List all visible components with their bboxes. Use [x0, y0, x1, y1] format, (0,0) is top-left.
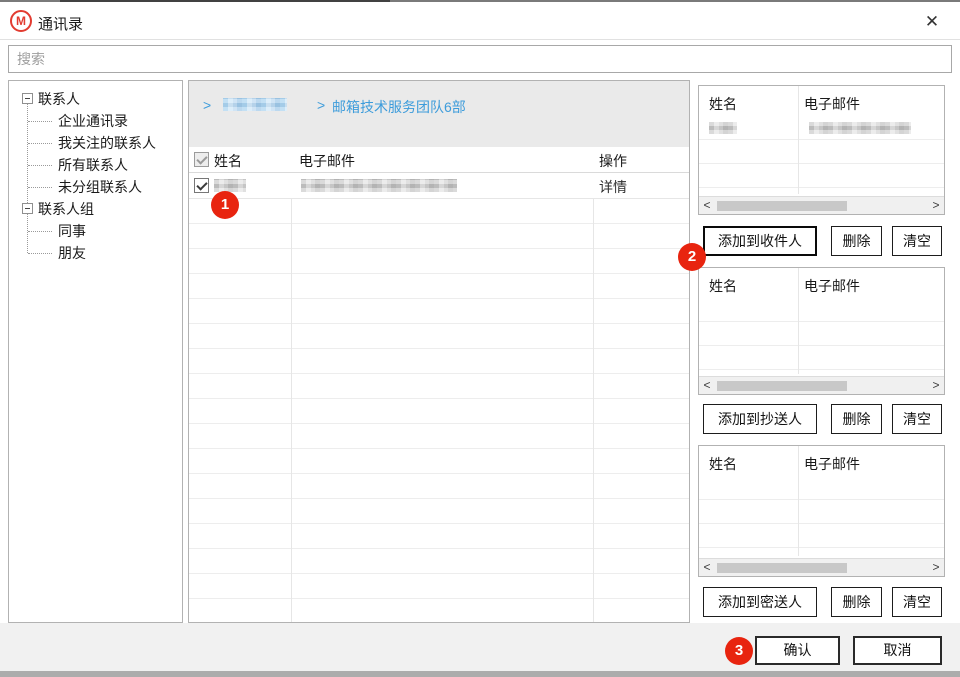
- tree-item-contact-groups[interactable]: 联系人组: [9, 198, 182, 220]
- tree-item-label: 联系人组: [38, 201, 94, 217]
- background-window-edge: [0, 671, 960, 677]
- close-icon[interactable]: ✕: [918, 8, 946, 36]
- tree-item-label: 联系人: [38, 91, 80, 107]
- cancel-button[interactable]: 取消: [853, 636, 942, 665]
- column-header-action: 操作: [599, 151, 627, 171]
- delete-cc-button[interactable]: 删除: [831, 404, 882, 434]
- collapse-icon[interactable]: [22, 203, 33, 214]
- redacted-contact-email: [809, 122, 911, 134]
- tree-item-label: 朋友: [58, 245, 86, 261]
- tree-item-all-contacts[interactable]: 所有联系人: [9, 154, 182, 176]
- tree-item-colleagues[interactable]: 同事: [9, 220, 182, 242]
- tree-item-followed-contacts[interactable]: 我关注的联系人: [9, 132, 182, 154]
- details-link[interactable]: 详情: [599, 177, 627, 197]
- contacts-tree: 联系人 企业通讯录 我关注的联系人 所有联系人 未分组联系人 联系人组 同事: [9, 81, 182, 264]
- collapse-icon[interactable]: [22, 93, 33, 104]
- clear-cc-button[interactable]: 清空: [892, 404, 942, 434]
- tree-item-contacts[interactable]: 联系人: [9, 88, 182, 110]
- redacted-contact-name: [214, 179, 246, 192]
- scroll-left-icon[interactable]: <: [700, 197, 714, 214]
- breadcrumb-separator: >: [203, 97, 211, 113]
- column-header-email: 电子邮件: [804, 94, 860, 114]
- scroll-right-icon[interactable]: >: [929, 197, 943, 214]
- row-checkbox[interactable]: [194, 178, 209, 193]
- delete-recipient-button[interactable]: 删除: [831, 226, 882, 256]
- tree-item-enterprise-addressbook[interactable]: 企业通讯录: [9, 110, 182, 132]
- select-all-checkbox[interactable]: [194, 152, 209, 167]
- address-book-dialog: M 通讯录 ✕ 联系人 企业通讯录 我关注的联系人 所有联系人 未分组联系人: [0, 0, 960, 677]
- column-divider: [798, 268, 799, 374]
- scrollbar-thumb[interactable]: [717, 563, 847, 573]
- column-divider: [798, 86, 799, 194]
- breadcrumb-current[interactable]: 邮箱技术服务团队6部: [332, 97, 466, 117]
- recipients-table: 姓名 电子邮件 < >: [698, 85, 945, 215]
- delete-bcc-button[interactable]: 删除: [831, 587, 882, 617]
- column-header-name: 姓名: [709, 276, 737, 296]
- breadcrumb-separator: >: [317, 97, 325, 113]
- tree-item-label: 企业通讯录: [58, 113, 128, 129]
- column-header-name: 姓名: [709, 94, 737, 114]
- annotation-badge-3: 3: [725, 637, 753, 665]
- add-to-recipients-button[interactable]: 添加到收件人: [703, 226, 817, 256]
- tree-item-ungrouped-contacts[interactable]: 未分组联系人: [9, 176, 182, 198]
- horizontal-scrollbar[interactable]: < >: [699, 558, 944, 576]
- contact-table-row: 详情: [189, 173, 689, 199]
- tree-item-label: 同事: [58, 223, 86, 239]
- column-header-name: 姓名: [214, 151, 242, 171]
- breadcrumb-redacted-link[interactable]: [223, 98, 287, 111]
- bcc-table: 姓名 电子邮件 < >: [698, 445, 945, 577]
- search-input[interactable]: [8, 45, 952, 73]
- contacts-tree-panel: 联系人 企业通讯录 我关注的联系人 所有联系人 未分组联系人 联系人组 同事: [8, 80, 183, 623]
- contact-table-empty-rows: [189, 199, 689, 622]
- dialog-title: 通讯录: [38, 13, 83, 34]
- tree-item-label: 我关注的联系人: [58, 135, 156, 151]
- annotation-badge-1: 1: [211, 191, 239, 219]
- column-header-email: 电子邮件: [804, 454, 860, 474]
- scrollbar-thumb[interactable]: [717, 381, 847, 391]
- scroll-right-icon[interactable]: >: [929, 377, 943, 394]
- tree-item-friends[interactable]: 朋友: [9, 242, 182, 264]
- horizontal-scrollbar[interactable]: < >: [699, 376, 944, 394]
- scroll-left-icon[interactable]: <: [700, 377, 714, 394]
- horizontal-scrollbar[interactable]: < >: [699, 196, 944, 214]
- mailmaster-logo-icon: M: [10, 10, 32, 32]
- column-header-email: 电子邮件: [299, 151, 355, 171]
- tree-item-label: 所有联系人: [58, 157, 128, 173]
- add-to-cc-button[interactable]: 添加到抄送人: [703, 404, 817, 434]
- clear-recipients-button[interactable]: 清空: [892, 226, 942, 256]
- annotation-badge-2: 2: [678, 243, 706, 271]
- breadcrumb: > > 邮箱技术服务团队6部: [189, 81, 689, 147]
- column-header-name: 姓名: [709, 454, 737, 474]
- table-empty-rows: [699, 476, 944, 558]
- cc-table: 姓名 电子邮件 < >: [698, 267, 945, 395]
- redacted-contact-name: [709, 122, 737, 134]
- clear-bcc-button[interactable]: 清空: [892, 587, 942, 617]
- scroll-left-icon[interactable]: <: [700, 559, 714, 576]
- tree-item-label: 未分组联系人: [58, 179, 142, 195]
- column-divider: [798, 446, 799, 556]
- scrollbar-thumb[interactable]: [717, 201, 847, 211]
- column-divider: [593, 147, 594, 622]
- scroll-right-icon[interactable]: >: [929, 559, 943, 576]
- contact-table-header: 姓名 电子邮件 操作: [189, 147, 689, 173]
- titlebar: M 通讯录 ✕: [0, 2, 960, 40]
- table-empty-rows: [699, 298, 944, 376]
- add-to-bcc-button[interactable]: 添加到密送人: [703, 587, 817, 617]
- column-header-email: 电子邮件: [804, 276, 860, 296]
- column-divider: [291, 147, 292, 622]
- redacted-contact-email: [301, 179, 457, 192]
- confirm-button[interactable]: 确认: [755, 636, 840, 665]
- contact-list-panel: > > 邮箱技术服务团队6部 姓名 电子邮件 操作 详情: [188, 80, 690, 623]
